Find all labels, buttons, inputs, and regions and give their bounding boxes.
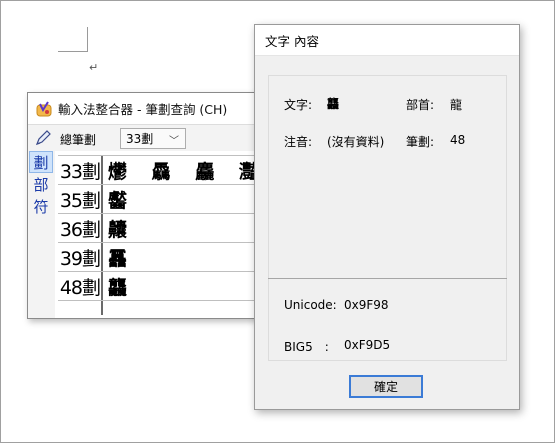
row-characters[interactable]: 齉 [103, 214, 268, 242]
ime-window-title: 輸入法整合器 - 筆劃查詢 (CH) [58, 102, 228, 117]
grid-row: 35劃 齾 [58, 185, 268, 214]
tab-strokes[interactable]: 劃 [29, 151, 53, 173]
row-characters[interactable]: 齾 [103, 185, 268, 213]
radical-value: 龍 [450, 98, 463, 112]
ime-app-icon [36, 100, 52, 116]
row-characters[interactable]: 龘 [103, 272, 268, 300]
row-stroke-label-empty [58, 301, 103, 315]
dialog-title: 文字 內容 [265, 33, 319, 49]
zhuyin-value: (沒有資料) [327, 135, 385, 149]
big5-value: 0xF9D5 [344, 338, 391, 352]
tab-symbols[interactable]: 符 [29, 195, 53, 217]
radical-label: 部首: [406, 98, 435, 112]
pen-icon[interactable] [34, 129, 52, 147]
row-stroke-label: 39劃 [58, 243, 103, 271]
ok-button[interactable]: 確定 [349, 375, 423, 398]
stroke-character-grid: 33劃 爩 驫 麤 灩 35劃 齾 36劃 齉 39劃 靐 48劃 龘 [58, 156, 268, 315]
chevron-down-icon: ﹀ [169, 136, 179, 147]
total-strokes-label: 總筆劃 [60, 133, 97, 147]
ime-toolbar: 總筆劃 33劃 ﹀ [28, 124, 266, 151]
row-stroke-label: 33劃 [58, 156, 103, 184]
grid-row: 48劃 龘 [58, 272, 268, 301]
zhuyin-label: 注音: [284, 135, 313, 149]
grid-row: 39劃 靐 [58, 243, 268, 272]
unicode-value: 0x9F98 [344, 298, 389, 312]
character-info-dialog: 文字 內容 文字: 龘 部首: 龍 注音: (沒有資料) 筆劃: 48 Unic… [254, 24, 520, 410]
dialog-info-group [268, 75, 507, 361]
paragraph-mark: ↵ [89, 61, 99, 74]
stroke-count-value: 33劃 [126, 132, 154, 146]
row-characters[interactable]: 爩 驫 麤 灩 [103, 156, 268, 184]
row-stroke-label: 48劃 [58, 272, 103, 300]
grid-row-empty [58, 301, 268, 315]
ime-stroke-lookup-window: 輸入法整合器 - 筆劃查詢 (CH) 總筆劃 33劃 ﹀ 劃 部 符 33劃 爩… [27, 92, 268, 319]
big5-label: BIG5 : [284, 340, 329, 354]
ime-titlebar[interactable]: 輸入法整合器 - 筆劃查詢 (CH) [28, 93, 266, 124]
grid-row: 36劃 齉 [58, 214, 268, 243]
row-stroke-label: 36劃 [58, 214, 103, 242]
char-label: 文字: [284, 98, 313, 112]
strokes-label: 筆劃: [406, 135, 435, 149]
grid-row: 33劃 爩 驫 麤 灩 [58, 156, 268, 185]
row-stroke-label: 35劃 [58, 185, 103, 213]
ime-mode-sidebar: 劃 部 符 [28, 151, 55, 318]
stroke-count-select[interactable]: 33劃 ﹀ [120, 128, 186, 149]
page-corner-mark [58, 27, 88, 52]
strokes-value: 48 [450, 133, 466, 147]
tab-radicals[interactable]: 部 [29, 173, 53, 195]
char-value: 龘 [327, 97, 340, 111]
dialog-separator [268, 278, 507, 279]
unicode-label: Unicode: [284, 298, 337, 312]
row-characters[interactable]: 靐 [103, 243, 268, 271]
dialog-titlebar[interactable]: 文字 內容 [255, 25, 519, 56]
